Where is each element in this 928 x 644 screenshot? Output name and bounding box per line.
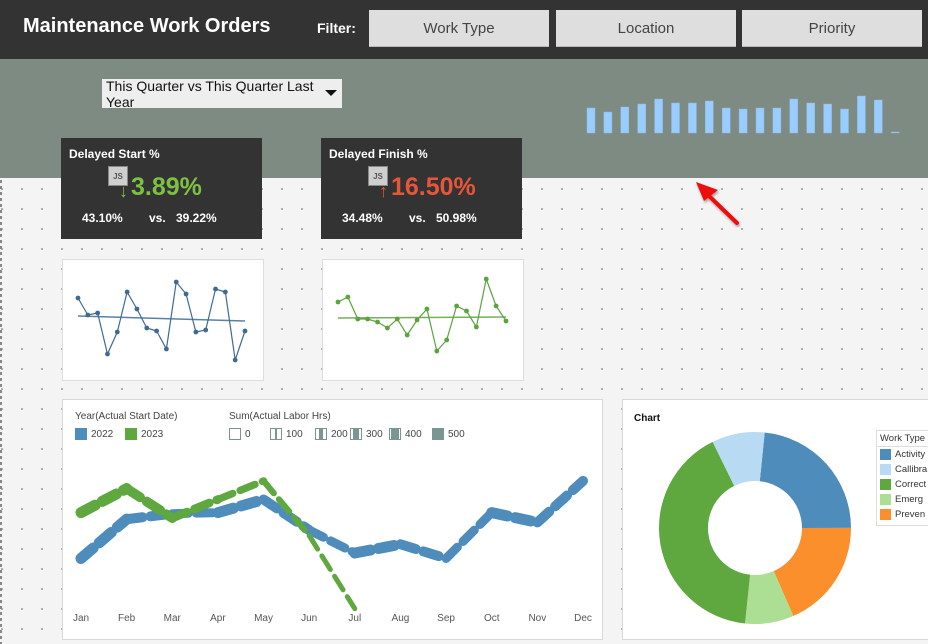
red-arrow-icon: [696, 182, 739, 225]
annotation-arrow: [696, 182, 739, 225]
